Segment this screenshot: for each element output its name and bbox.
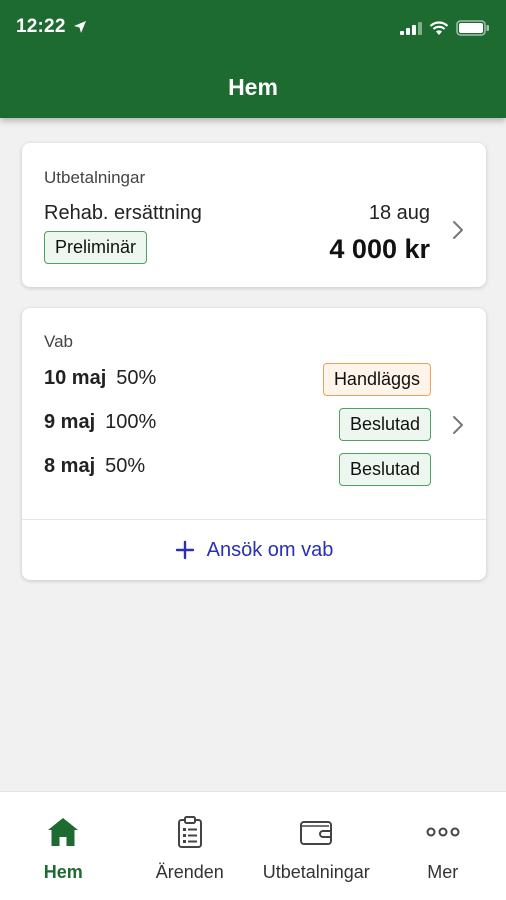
vab-row: 10 maj 50% <box>44 367 156 390</box>
wallet-icon <box>300 821 333 845</box>
location-arrow-icon <box>74 21 86 33</box>
payment-name: Rehab. ersättning <box>44 202 202 224</box>
tab-home-label: Hem <box>43 862 83 882</box>
vab-row-date: 9 maj <box>44 411 96 433</box>
vab-row: 8 maj 50% <box>44 455 145 478</box>
vab-row-percent: 50% <box>105 455 146 477</box>
payments-card[interactable]: Utbetalningar Rehab. ersättning 18 aug P… <box>22 143 486 287</box>
tab-cases[interactable]: Ärenden <box>127 792 254 900</box>
plus-icon <box>175 540 194 560</box>
vab-row-date: 10 maj <box>44 367 107 389</box>
status-indicators <box>400 20 490 36</box>
payments-card-label: Utbetalningar <box>44 168 146 187</box>
battery-icon <box>456 20 489 36</box>
chevron-right-icon[interactable] <box>452 220 464 240</box>
tab-payments-label: Utbetalningar <box>262 862 370 882</box>
app-header: 12:22 Hem <box>0 0 506 118</box>
tab-more-label: Mer <box>427 862 459 882</box>
wifi-icon <box>429 20 449 35</box>
tab-more[interactable]: Mer <box>380 792 506 900</box>
tab-home[interactable]: Hem <box>0 792 127 900</box>
cellular-signal-icon <box>400 22 422 35</box>
status-badge-decided: Beslutad <box>338 453 431 486</box>
vab-row-percent: 50% <box>116 367 157 389</box>
page-title: Hem <box>228 74 278 100</box>
payment-date: 18 aug <box>368 202 430 224</box>
apply-vab-button[interactable]: Ansök om vab <box>22 520 486 580</box>
tab-payments[interactable]: Utbetalningar <box>253 792 380 900</box>
vab-row-percent: 100% <box>105 411 157 433</box>
home-icon <box>48 818 79 846</box>
status-badge-processing: Handläggs <box>322 363 431 396</box>
status-time: 12:22 <box>16 16 66 37</box>
tab-cases-label: Ärenden <box>155 862 224 882</box>
vab-card-label: Vab <box>44 332 73 351</box>
status-badge-decided: Beslutad <box>338 408 431 441</box>
more-icon <box>426 827 460 837</box>
payment-amount: 4 000 kr <box>329 234 430 264</box>
status-bar: 12:22 <box>0 0 506 58</box>
chevron-right-icon[interactable] <box>452 415 464 435</box>
vab-card[interactable]: Vab 10 maj 50% Handläggs 9 maj 100% Beslut… <box>22 308 486 580</box>
vab-row: 9 maj 100% <box>44 411 156 434</box>
vab-row-date: 8 maj <box>44 455 96 477</box>
tab-bar: Hem Ärenden Utbetalningar Mer <box>0 791 506 900</box>
status-badge-preliminary: Preliminär <box>44 231 148 264</box>
apply-vab-label: Ansök om vab <box>206 538 334 561</box>
clipboard-icon <box>177 816 202 848</box>
